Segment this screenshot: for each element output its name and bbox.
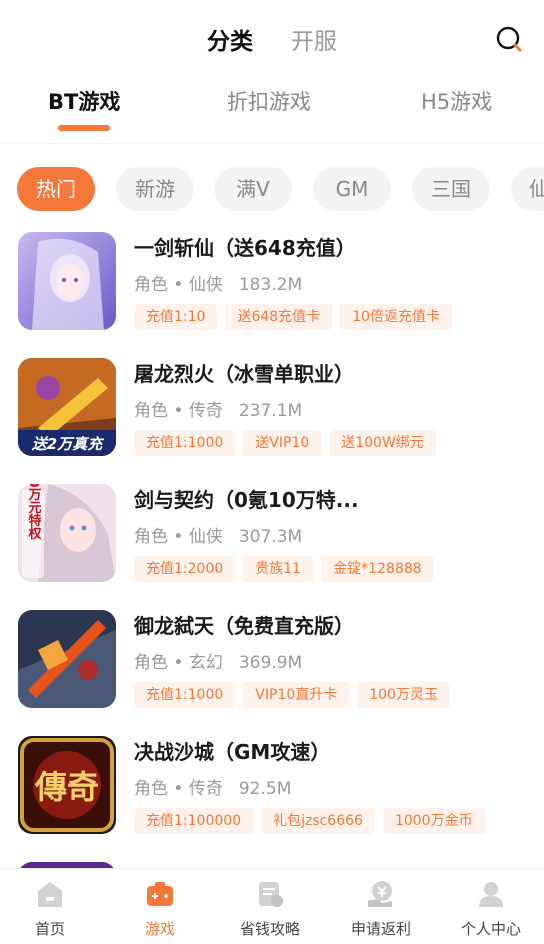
nav-games[interactable]: 游戏 (106, 869, 214, 944)
chip-xian[interactable]: 仙 (511, 167, 544, 211)
guide-icon (259, 882, 283, 907)
game-list-item[interactable]: 傳奇 决战沙城（GM攻速） 角色 • 传奇 92.5M 充值1:100000 礼包… (0, 736, 544, 856)
game-tag: 礼包jzsc6666 (261, 808, 375, 834)
game-tags: 充值1:2000 贵族11 金锭*128888 (134, 556, 434, 584)
game-tags: 充值1:10 送648充值卡 10倍返充值卡 (134, 304, 453, 332)
game-size: 92.5M (238, 779, 292, 799)
game-icon: 傳奇 (18, 736, 116, 834)
game-icon: 送2万真充 (18, 358, 116, 456)
subtab-discount-games[interactable]: 折扣游戏 (227, 86, 311, 116)
game-category: 角色 • 仙侠 (134, 527, 223, 547)
game-size: 237.1M (238, 401, 303, 421)
game-tags: 充值1:1000 送VIP10 送100W绑元 (134, 430, 436, 458)
game-title: 一剑斩仙（送648充值） (134, 236, 356, 260)
nav-home[interactable]: 首页 (0, 869, 104, 944)
nav-money-guide[interactable]: 省钱攻略 (216, 869, 324, 944)
game-meta: 角色 • 仙侠 183.2M (134, 270, 302, 295)
top-header: 分类 开服 (0, 0, 544, 78)
game-icon: 送10万元特权 (18, 484, 116, 582)
bottom-navigation: 首页 游戏 省钱攻略 申请返利 个人中心 (0, 868, 544, 944)
game-category: 角色 • 传奇 (134, 401, 223, 421)
nav-label: 申请返利 (350, 920, 411, 938)
game-icon (18, 232, 116, 330)
tab-server-open[interactable]: 开服 (291, 22, 337, 56)
game-tag: 送100W绑元 (329, 430, 436, 456)
game-icon (18, 610, 116, 708)
game-tag: 送648充值卡 (225, 304, 333, 330)
game-category: 角色 • 传奇 (134, 779, 223, 799)
chip-hot[interactable]: 热门 (17, 167, 95, 211)
game-size: 183.2M (238, 275, 303, 295)
game-tag: 贵族11 (243, 556, 314, 582)
game-list-item[interactable]: 送2万真充 屠龙烈火（冰雪单职业） 角色 • 传奇 237.1M 充值1:1000… (0, 358, 544, 478)
game-icon-text: 傳奇 (34, 768, 99, 806)
nav-label: 首页 (34, 920, 65, 938)
game-title: 屠龙烈火（冰雪单职业） (134, 362, 354, 386)
game-category: 角色 • 玄幻 (134, 653, 223, 673)
game-icon (147, 882, 173, 906)
game-icon-text: 送2万真充 (31, 435, 104, 453)
game-tags: 充值1:100000 礼包jzsc6666 1000万金币 (134, 808, 485, 836)
game-title: 剑与契约（0氪10万特... (134, 488, 359, 512)
subtab-h5-games[interactable]: H5游戏 (421, 86, 492, 116)
game-meta: 角色 • 传奇 237.1M (134, 396, 302, 421)
game-tag: 100万灵玉 (357, 682, 450, 708)
nav-personal-center[interactable]: 个人中心 (437, 869, 544, 944)
chip-gm[interactable]: GM (313, 167, 391, 211)
game-tag: 金锭*128888 (321, 556, 434, 582)
game-meta: 角色 • 玄幻 369.9M (134, 648, 302, 673)
game-tag: VIP10直升卡 (243, 682, 350, 708)
home-icon (38, 882, 62, 907)
game-title: 决战沙城（GM攻速） (134, 740, 331, 764)
game-list-item[interactable]: 送10万元特权 剑与契约（0氪10万特... 角色 • 仙侠 307.3M 充值1… (0, 484, 544, 604)
game-tag: 充值1:1000 (134, 682, 236, 708)
rebate-icon (368, 881, 392, 907)
game-tag: 10倍返充值卡 (340, 304, 453, 330)
game-type-tabs: BT游戏 折扣游戏 H5游戏 (0, 78, 544, 144)
game-size: 369.9M (238, 653, 303, 673)
subtab-bt-games[interactable]: BT游戏 (48, 86, 120, 116)
game-title: 御龙弑天（免费直充版） (134, 614, 354, 638)
game-tag: 送VIP10 (243, 430, 322, 456)
game-tags: 充值1:1000 VIP10直升卡 100万灵玉 (134, 682, 450, 710)
chip-three-kingdoms[interactable]: 三国 (412, 167, 490, 211)
game-meta: 角色 • 传奇 92.5M (134, 774, 291, 799)
game-list-item[interactable]: 一剑斩仙（送648充值） 角色 • 仙侠 183.2M 充值1:10 送648充值… (0, 232, 544, 352)
game-size: 307.3M (238, 527, 303, 547)
game-meta: 角色 • 仙侠 307.3M (134, 522, 302, 547)
active-tab-indicator (58, 125, 110, 131)
game-tag: 1000万金币 (382, 808, 485, 834)
nav-label: 游戏 (144, 920, 175, 938)
nav-label: 省钱攻略 (239, 920, 300, 938)
game-list-item[interactable]: 御龙弑天（免费直充版） 角色 • 玄幻 369.9M 充值1:1000 VIP10… (0, 610, 544, 730)
game-tag: 充值1:2000 (134, 556, 236, 582)
nav-apply-rebate[interactable]: 申请返利 (327, 869, 435, 944)
tab-category[interactable]: 分类 (207, 22, 253, 56)
user-icon (479, 882, 503, 907)
game-tag: 充值1:10 (134, 304, 218, 330)
chip-full-vip[interactable]: 满V (214, 167, 292, 211)
category-chips: 热门 新游 满V GM 三国 仙 (0, 167, 544, 211)
nav-label: 个人中心 (460, 920, 521, 938)
game-category: 角色 • 仙侠 (134, 275, 223, 295)
chip-new-games[interactable]: 新游 (116, 167, 194, 211)
game-tag: 充值1:100000 (134, 808, 254, 834)
game-tag: 充值1:1000 (134, 430, 236, 456)
search-icon[interactable] (494, 24, 524, 54)
game-icon-text: 送10万元特权 (26, 484, 43, 541)
